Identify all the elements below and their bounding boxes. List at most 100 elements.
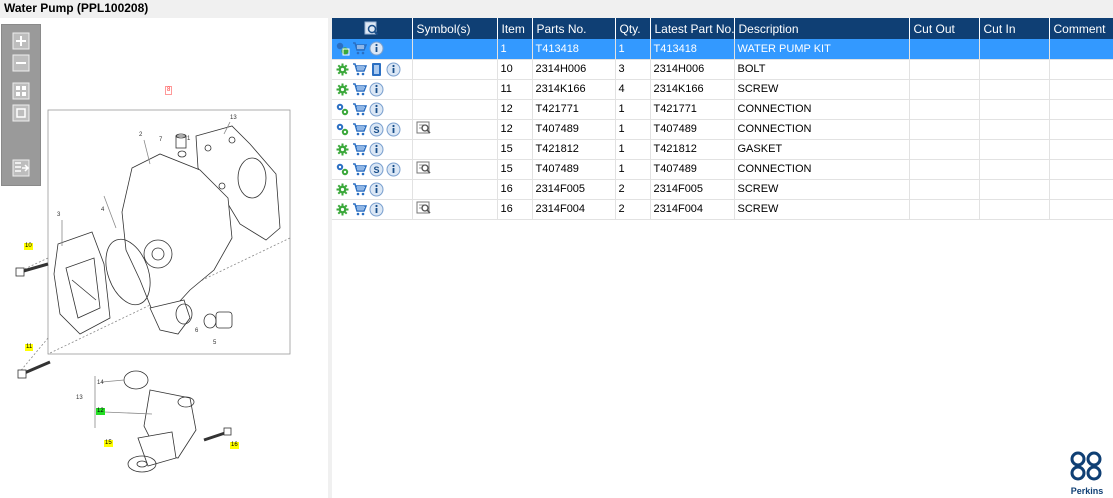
callout-11[interactable]: 11 — [25, 344, 34, 351]
gear-pair-icon[interactable] — [335, 122, 350, 137]
symbols-cell — [412, 59, 498, 80]
table-row[interactable]: S 12 T407489 1 T407489 CONNECTION — [332, 119, 1113, 140]
column-header-icons[interactable] — [332, 18, 413, 39]
cart-icon[interactable] — [352, 102, 367, 117]
table-row[interactable]: 10 2314H006 3 2314H006 BOLT — [332, 59, 1113, 80]
qty-cell: 4 — [615, 79, 651, 100]
drawing-view-icon[interactable] — [416, 160, 431, 175]
column-header-parts-no[interactable]: Parts No. — [532, 18, 616, 39]
row-action-icons — [332, 59, 413, 80]
column-header-cut-out[interactable]: Cut Out — [909, 18, 980, 39]
cut-out-cell — [909, 139, 980, 160]
table-row[interactable]: 16 2314F004 2 2314F004 SCREW — [332, 199, 1113, 220]
description-cell: BOLT — [734, 59, 910, 80]
perkins-logo: Perkins — [1067, 450, 1107, 496]
cut-out-cell — [909, 99, 980, 120]
gear-icon[interactable] — [335, 82, 350, 97]
symbols-cell — [412, 179, 498, 200]
row-action-icons — [332, 79, 413, 100]
callout-8[interactable]: 8 — [165, 86, 173, 95]
parts-no-cell: T413418 — [532, 39, 616, 60]
info-icon[interactable] — [369, 202, 384, 217]
cut-in-cell — [979, 119, 1050, 140]
gear-pair-icon[interactable] — [335, 102, 350, 117]
callout-15[interactable]: 15 — [104, 440, 113, 447]
cart-icon[interactable] — [352, 182, 367, 197]
info-icon[interactable] — [386, 162, 401, 177]
table-row[interactable]: 15 T421812 1 T421812 GASKET — [332, 139, 1113, 160]
description-cell: SCREW — [734, 199, 910, 220]
item-cell: 12 — [497, 119, 533, 140]
fit-window-icon[interactable] — [12, 104, 30, 122]
column-header-item[interactable]: Item — [497, 18, 533, 39]
column-header-description[interactable]: Description — [734, 18, 910, 39]
table-row[interactable]: S 15 T407489 1 T407489 CONNECTION — [332, 159, 1113, 180]
fit-all-icon[interactable] — [12, 82, 30, 100]
qty-cell: 1 — [615, 159, 651, 180]
s-badge-icon[interactable]: S — [369, 162, 384, 177]
table-row[interactable]: 16 2314F005 2 2314F005 SCREW — [332, 179, 1113, 200]
book-icon[interactable] — [369, 62, 384, 77]
cart-icon[interactable] — [352, 82, 367, 97]
cart-icon[interactable] — [352, 142, 367, 157]
cut-out-cell — [909, 59, 980, 80]
cut-in-cell — [979, 39, 1050, 60]
info-icon[interactable] — [369, 182, 384, 197]
info-icon[interactable] — [369, 41, 384, 56]
column-header-symbols[interactable]: Symbol(s) — [412, 18, 498, 39]
info-icon[interactable] — [369, 102, 384, 117]
column-header-qty[interactable]: Qty. — [615, 18, 651, 39]
kit-gear-icon[interactable] — [335, 41, 350, 56]
table-row[interactable]: 11 2314K166 4 2314K166 SCREW — [332, 79, 1113, 100]
callout-12[interactable]: 12 — [96, 408, 105, 415]
table-row[interactable]: 12 T421771 1 T421771 CONNECTION — [332, 99, 1113, 120]
cart-icon[interactable] — [352, 202, 367, 217]
qty-cell: 2 — [615, 199, 651, 220]
export-icon[interactable] — [12, 159, 30, 177]
column-header-latest-part-no[interactable]: Latest Part No. — [650, 18, 735, 39]
gear-pair-icon[interactable] — [335, 162, 350, 177]
row-action-icons — [332, 139, 413, 160]
description-cell: WATER PUMP KIT — [734, 39, 910, 60]
gear-icon[interactable] — [335, 142, 350, 157]
callout-16[interactable]: 16 — [230, 442, 239, 449]
info-icon[interactable] — [386, 122, 401, 137]
symbols-cell — [412, 139, 498, 160]
s-badge-icon[interactable]: S — [369, 122, 384, 137]
column-header-cut-in[interactable]: Cut In — [979, 18, 1050, 39]
cut-in-cell — [979, 59, 1050, 80]
diagram-pane[interactable]: 8 10 11 12 15 16 1 2 3 4 5 6 7 13 13 14 — [0, 18, 328, 498]
search-parts-icon[interactable] — [364, 21, 379, 36]
qty-cell: 1 — [615, 139, 651, 160]
drawing-view-icon[interactable] — [416, 120, 431, 135]
gear-icon[interactable] — [335, 182, 350, 197]
gear-icon[interactable] — [335, 62, 350, 77]
cut-out-cell — [909, 199, 980, 220]
callout-10[interactable]: 10 — [24, 243, 33, 250]
zoom-in-icon[interactable] — [12, 32, 30, 50]
description-cell: SCREW — [734, 79, 910, 100]
drawing-view-icon[interactable] — [416, 200, 431, 215]
callout-2: 2 — [139, 132, 143, 138]
item-cell: 16 — [497, 199, 533, 220]
table-row[interactable]: 1 T413418 1 T413418 WATER PUMP KIT — [332, 39, 1113, 60]
info-icon[interactable] — [386, 62, 401, 77]
cart-icon[interactable] — [352, 41, 367, 56]
column-header-comment[interactable]: Comment — [1049, 18, 1113, 39]
cart-icon[interactable] — [352, 62, 367, 77]
zoom-out-icon[interactable] — [12, 54, 30, 72]
info-icon[interactable] — [369, 142, 384, 157]
parts-grid: Symbol(s) Item Parts No. Qty. Latest Par… — [332, 18, 1113, 498]
symbols-cell — [412, 159, 498, 180]
row-icon-group — [335, 62, 409, 77]
info-icon[interactable] — [369, 82, 384, 97]
latest-part-no-cell: T407489 — [650, 159, 735, 180]
gear-icon[interactable] — [335, 202, 350, 217]
cart-icon[interactable] — [352, 122, 367, 137]
row-icon-group — [335, 41, 409, 56]
cart-icon[interactable] — [352, 162, 367, 177]
item-cell: 16 — [497, 179, 533, 200]
parts-no-cell: 2314H006 — [532, 59, 616, 80]
svg-text:S: S — [373, 165, 379, 175]
comment-cell — [1049, 39, 1113, 60]
